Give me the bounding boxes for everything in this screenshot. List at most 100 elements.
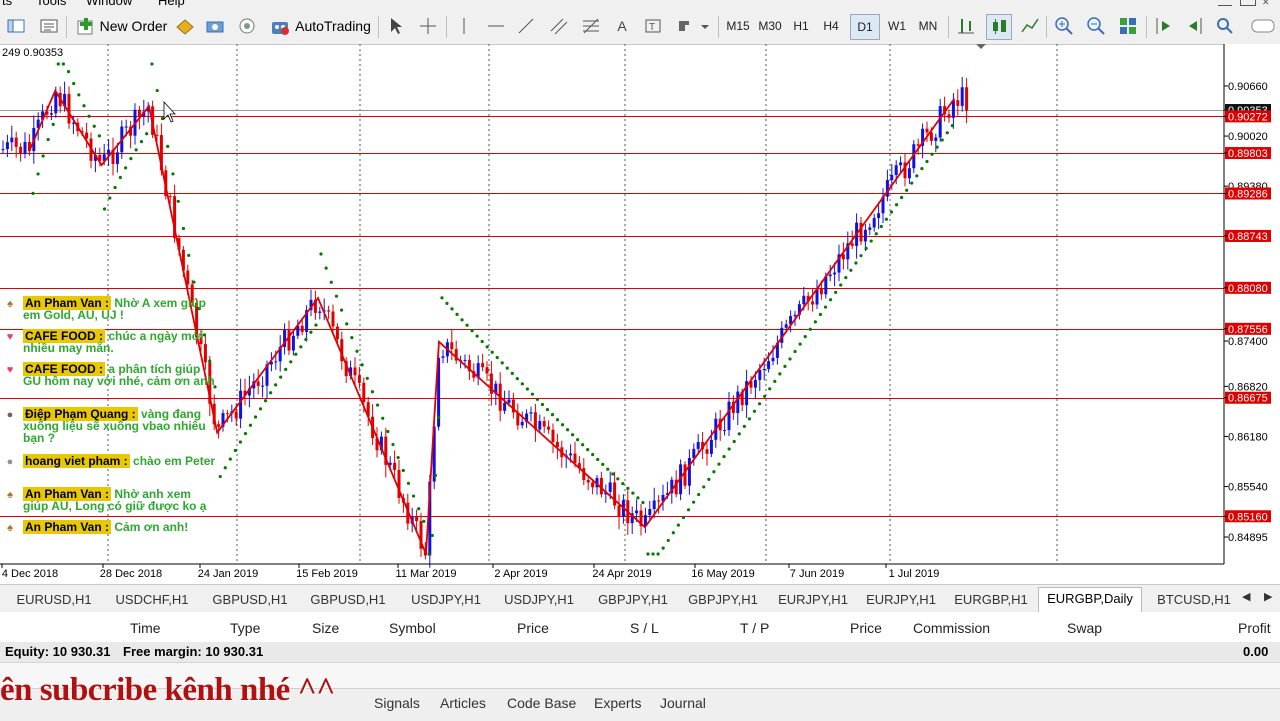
tab-code-base[interactable]: Code Base (507, 695, 576, 711)
chat-icon[interactable] (1248, 14, 1278, 38)
price-chart[interactable]: 0.906600.903530.902720.900200.898030.893… (0, 44, 1280, 584)
tabs-right-arrow-icon[interactable]: ▶ (1264, 590, 1272, 603)
crosshair-icon[interactable] (418, 14, 438, 38)
sar-dot (77, 93, 81, 97)
timeframe-d1[interactable]: D1 (850, 14, 880, 40)
timeframe-mn[interactable]: MN (914, 14, 942, 38)
column-symbol[interactable]: Symbol (389, 620, 436, 636)
price-label: 0.90660 (1224, 81, 1268, 93)
chart-tab[interactable]: GBPUSD,H1 (302, 589, 394, 611)
candle-body (115, 152, 119, 164)
column-profit[interactable]: Profit (1238, 620, 1271, 636)
chart-tab[interactable]: GBPUSD,H1 (204, 589, 296, 611)
chart-shift-icon[interactable] (1152, 14, 1176, 38)
navigator-icon[interactable] (38, 14, 60, 38)
timeframe-m15[interactable]: M15 (724, 14, 752, 38)
line-chart-icon[interactable] (1018, 14, 1042, 38)
chart-tab[interactable]: EURUSD,H1 (8, 589, 100, 611)
sar-dot (406, 481, 411, 485)
column-size[interactable]: Size (312, 620, 339, 636)
column-type[interactable]: Type (230, 620, 260, 636)
chart-tab[interactable]: BTCUSD,H1 (1148, 589, 1240, 611)
text-icon[interactable]: A (612, 14, 632, 38)
column-swap[interactable]: Swap (1067, 620, 1102, 636)
chart-tab[interactable]: EURJPY,H1 (767, 589, 859, 611)
autotrading-button[interactable]: AutoTrading (266, 14, 374, 38)
menu-item-tools[interactable]: Tools (36, 0, 66, 8)
candle-body (225, 413, 229, 415)
minimize-button[interactable] (1218, 0, 1232, 6)
equity-row[interactable]: Equity: 10 930.31 Free margin: 10 930.31… (0, 642, 1280, 663)
autoscroll-icon[interactable] (1184, 14, 1208, 38)
chart-tab[interactable]: EURGBP,Daily (1038, 587, 1142, 613)
vertical-line-icon[interactable] (454, 14, 474, 38)
menu-item-window[interactable]: Window (86, 0, 132, 8)
timeframe-h1[interactable]: H1 (788, 14, 814, 38)
chart-tab[interactable]: USDCHF,H1 (106, 589, 198, 611)
search-icon[interactable] (1214, 14, 1236, 38)
chart-shift-marker[interactable] (976, 44, 986, 49)
tab-journal[interactable]: Journal (660, 695, 706, 711)
menu-item-help[interactable]: Help (158, 0, 185, 8)
tab-experts[interactable]: Experts (594, 695, 641, 711)
sar-dot (192, 280, 196, 284)
column-sl[interactable]: S / L (630, 620, 659, 636)
maximize-button[interactable] (1240, 0, 1256, 6)
sar-dot (470, 329, 474, 333)
candle-body (608, 482, 612, 492)
sar-dot (365, 376, 369, 380)
candle-body (767, 361, 771, 370)
menu-item-file[interactable]: ts (2, 0, 12, 8)
sar-dot (56, 62, 60, 66)
candlestick-chart-icon[interactable] (986, 14, 1012, 40)
chart-tab[interactable]: GBPJPY,H1 (587, 589, 679, 611)
column-time[interactable]: Time (130, 620, 161, 636)
candle-body (503, 402, 507, 411)
column-price-current[interactable]: Price (850, 620, 882, 636)
tab-articles[interactable]: Articles (440, 695, 486, 711)
arrows-dropdown-icon[interactable] (674, 14, 712, 38)
candle-body (657, 500, 661, 502)
cursor-icon[interactable] (386, 14, 406, 38)
fibonacci-icon[interactable] (580, 14, 602, 38)
chart-tab[interactable]: EURJPY,H1 (855, 589, 947, 611)
chat-message: ♥ CAFE FOOD : a phân tích giúp GU hôm nay… (2, 362, 217, 387)
column-tp[interactable]: T / P (740, 620, 769, 636)
zoom-in-icon[interactable] (1052, 14, 1076, 38)
date-label: 28 Dec 2018 (100, 568, 162, 580)
timeframe-m30[interactable]: M30 (756, 14, 784, 38)
channel-icon[interactable] (548, 14, 570, 38)
new-order-button[interactable]: New Order (74, 14, 169, 38)
text-label-icon[interactable]: T (642, 14, 664, 38)
trendline-icon[interactable] (516, 14, 536, 38)
price-label: 0.85540 (1224, 482, 1268, 494)
new-chart-icon[interactable] (6, 14, 26, 38)
price-label-text: 0.90272 (1228, 111, 1268, 123)
chart-tab[interactable]: EURGBP,H1 (945, 589, 1037, 611)
close-button[interactable]: ✕ (1262, 0, 1276, 8)
metaeditor-icon[interactable] (174, 14, 196, 38)
sar-dot (920, 167, 924, 171)
chart-tab[interactable]: USDJPY,H1 (493, 589, 585, 611)
column-commission[interactable]: Commission (913, 620, 990, 636)
chart-tab[interactable]: USDJPY,H1 (400, 589, 492, 611)
tab-signals[interactable]: Signals (374, 695, 420, 711)
timeframe-w1[interactable]: W1 (884, 14, 910, 38)
column-price[interactable]: Price (517, 620, 549, 636)
tabs-left-arrow-icon[interactable]: ◀ (1242, 590, 1250, 603)
candle-body (300, 325, 304, 332)
market-icon[interactable] (204, 14, 226, 38)
tile-windows-icon[interactable] (1116, 14, 1140, 38)
price-label: 0.90020 (1224, 131, 1268, 143)
signals-icon[interactable] (236, 14, 258, 38)
sar-dot (31, 191, 35, 195)
bar-chart-icon[interactable] (954, 14, 978, 38)
chart-tab[interactable]: GBPJPY,H1 (677, 589, 769, 611)
horizontal-line-icon[interactable] (486, 14, 506, 38)
mouse-cursor-icon (163, 100, 176, 123)
timeframe-h4[interactable]: H4 (818, 14, 844, 38)
sar-dot (187, 253, 191, 257)
candle-body (14, 137, 18, 147)
sar-dot (36, 172, 40, 176)
zoom-out-icon[interactable] (1084, 14, 1108, 38)
